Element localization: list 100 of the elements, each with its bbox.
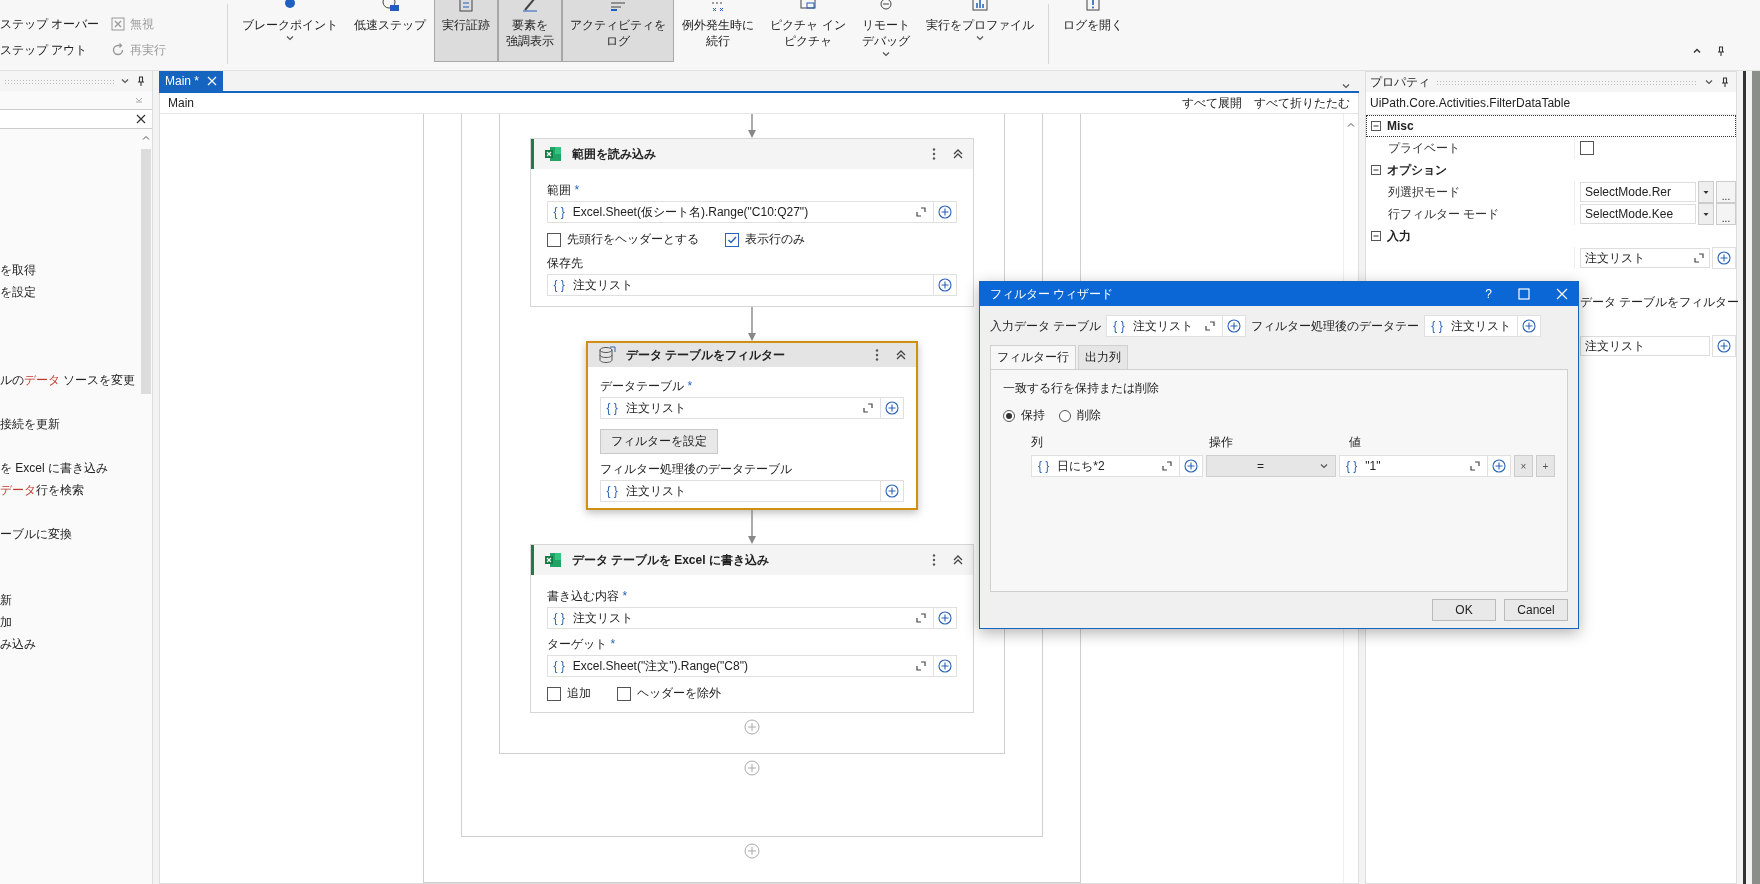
activity-card[interactable]: データ テーブルをフィルター データテーブル * { } 注文リスト フィルターを設定 フィルター処理後のデータテーブル { } 注文リスト — [585, 341, 918, 510]
collapse-box-icon[interactable] — [1371, 121, 1381, 131]
expression-field[interactable]: { } 注文リスト — [546, 607, 934, 629]
checkbox[interactable]: 先頭行をヘッダーとする — [546, 231, 699, 248]
ribbon-item[interactable]: ステップ オーバー — [0, 14, 100, 34]
activity-item[interactable]: 加 — [0, 611, 140, 633]
dialog-button[interactable]: Cancel — [1504, 599, 1568, 621]
ellipsis-button[interactable]: ... — [1716, 203, 1736, 225]
expression-field[interactable]: { } "1" — [1338, 455, 1488, 478]
ribbon-button[interactable]: 実行をプロファイル — [917, 0, 1042, 62]
expand-icon[interactable] — [1693, 252, 1705, 264]
activity-item[interactable]: ーブルに変換 — [0, 523, 140, 545]
expression-field[interactable]: { } Excel.Sheet("注文").Range("C8") — [546, 655, 934, 677]
add-button[interactable] — [880, 397, 904, 419]
add-button[interactable] — [933, 274, 957, 296]
ellipsis-button[interactable]: ... — [1716, 181, 1736, 203]
chevron-down-icon[interactable] — [1704, 77, 1714, 87]
collapse-box-icon[interactable] — [1371, 165, 1381, 175]
ribbon-button[interactable]: リモート デバッグ — [853, 0, 918, 62]
property-field[interactable]: 注文リスト — [1580, 248, 1710, 268]
add-button[interactable] — [933, 655, 957, 677]
dropdown-field[interactable]: SelectMode.Kee — [1580, 204, 1696, 224]
activity-item[interactable]: み込み — [0, 633, 140, 655]
expand-icon[interactable] — [914, 206, 927, 218]
help-button[interactable]: ? — [1485, 287, 1492, 302]
property-field[interactable]: 注文リスト — [1580, 336, 1710, 356]
set-filter-button[interactable]: フィルターを設定 — [599, 429, 718, 454]
ribbon-button[interactable]: 要素を 強調表示 — [498, 0, 563, 62]
activity-item[interactable]: データ行を検索 — [0, 479, 140, 501]
dialog-tab[interactable]: 出力列 — [1078, 345, 1128, 370]
collapse-box-icon[interactable] — [1371, 231, 1381, 241]
dropdown-field[interactable]: SelectMode.Rer — [1580, 182, 1696, 202]
breadcrumb[interactable]: Main — [168, 96, 194, 110]
document-tab[interactable]: Main * — [159, 71, 223, 91]
add-rule-button[interactable]: + — [1535, 455, 1555, 478]
dialog-button[interactable]: OK — [1432, 599, 1496, 621]
caret-icon[interactable] — [285, 33, 296, 43]
toolbar-link[interactable]: すべて展開 — [1182, 94, 1242, 112]
pin-icon[interactable] — [1716, 46, 1726, 56]
add-button[interactable] — [1712, 335, 1736, 357]
expression-field[interactable]: { } 注文リスト — [599, 480, 881, 502]
expand-icon[interactable] — [1161, 460, 1173, 473]
pin-icon[interactable] — [136, 76, 146, 86]
radio-button[interactable]: 削除 — [1059, 407, 1101, 425]
activity-card[interactable]: データ テーブルを Excel に書き込み 書き込む内容 * { } 注文リスト ターゲット * { } Excel.Sheet("注文").Range("C8") 追加 ヘッダーを除外 — [529, 544, 974, 713]
activity-item[interactable]: を取得 — [0, 259, 140, 281]
dialog-tab[interactable]: フィルター行 — [990, 345, 1076, 370]
ribbon-button[interactable]: ブレークポイント — [234, 0, 347, 62]
activity-item[interactable]: を設定 — [0, 281, 140, 303]
add-button[interactable] — [1180, 455, 1203, 478]
ribbon-item[interactable]: ステップ アウト — [0, 40, 100, 60]
checkbox[interactable]: ヘッダーを除外 — [616, 685, 721, 702]
expression-field[interactable]: { } 注文リスト — [1424, 315, 1518, 338]
operator-dropdown[interactable]: = — [1206, 455, 1336, 478]
ribbon-button[interactable]: 実行証跡 — [434, 0, 499, 62]
search-field[interactable] — [0, 109, 152, 129]
chevron-down-icon[interactable] — [1341, 81, 1351, 91]
toolbar-link[interactable]: すべて折りたたむ — [1254, 94, 1350, 112]
add-button[interactable] — [1487, 455, 1511, 478]
close-icon[interactable] — [136, 114, 146, 124]
expression-field[interactable]: { } 注文リスト — [546, 274, 934, 296]
expression-field[interactable]: { } Excel.Sheet(仮シート名).Range("C10:Q27") — [546, 201, 934, 223]
expression-field[interactable]: { } 注文リスト — [599, 397, 881, 419]
expand-icon[interactable] — [914, 660, 927, 672]
activity-item[interactable]: を Excel に書き込み — [0, 457, 140, 479]
maximize-icon[interactable] — [1518, 288, 1530, 301]
add-button[interactable] — [1712, 247, 1736, 269]
activity-item[interactable]: 新 — [0, 589, 140, 611]
ribbon-button[interactable]: ログを開く — [1054, 0, 1131, 62]
ribbon-button[interactable]: 低速ステップ — [346, 0, 435, 62]
expand-icon[interactable] — [861, 402, 874, 414]
caret-icon[interactable] — [974, 33, 985, 43]
checkbox[interactable] — [1580, 141, 1594, 155]
add-button[interactable] — [880, 480, 904, 502]
ribbon-button[interactable]: ピクチャ イン ピクチャ — [762, 0, 854, 62]
add-button[interactable] — [933, 201, 957, 223]
expand-icon[interactable] — [1468, 460, 1481, 473]
property-value[interactable]: データ テーブルをフィルター — [1580, 294, 1740, 310]
add-button[interactable] — [933, 607, 957, 629]
remove-rule-button[interactable]: × — [1513, 455, 1533, 478]
add-button[interactable] — [1223, 315, 1247, 338]
expression-field[interactable]: { } 日にち*2 — [1031, 455, 1180, 478]
ribbon-button[interactable]: 例外発生時に 続行 — [674, 0, 763, 62]
add-button[interactable] — [1517, 315, 1541, 338]
checkbox[interactable]: 表示行のみ — [724, 231, 805, 248]
scrollbar-thumb[interactable] — [141, 149, 151, 394]
caret-icon[interactable] — [880, 49, 891, 59]
radio-button[interactable]: 保持 — [1003, 407, 1045, 425]
expand-icon[interactable] — [1204, 320, 1217, 333]
activity-card[interactable]: 範囲を読み込み 範囲 * { } Excel.Sheet(仮シート名).Range("C10:Q27") 先頭行をヘッダーとする 表示行のみ 保存先 { } 注文リスト — [529, 138, 974, 307]
expand-icon[interactable] — [914, 612, 927, 624]
activity-item[interactable]: 接続を更新 — [0, 413, 140, 435]
pin-icon[interactable] — [1720, 77, 1730, 87]
expression-field[interactable]: { } 注文リスト — [1106, 315, 1224, 338]
category-row[interactable]: Misc — [1366, 115, 1736, 137]
ribbon-button[interactable]: アクティビティを ログ — [562, 0, 675, 62]
chevron-down-icon[interactable] — [120, 76, 130, 86]
activity-item[interactable]: ルのデータ ソースを変更 — [0, 369, 140, 391]
checkbox[interactable]: 追加 — [546, 685, 591, 702]
collapse-ribbon-icon[interactable] — [1692, 46, 1702, 56]
